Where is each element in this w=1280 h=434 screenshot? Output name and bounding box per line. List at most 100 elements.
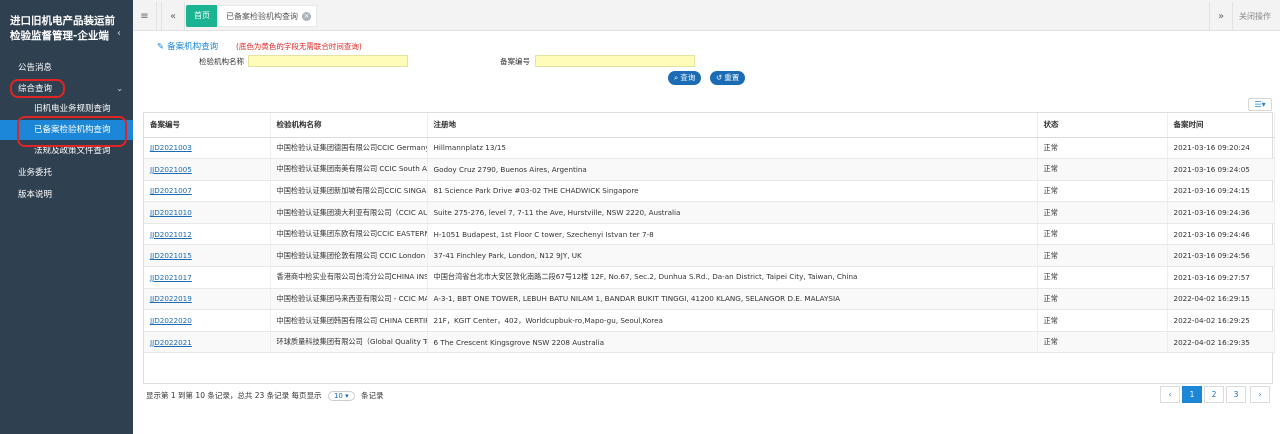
menu-item-version-notes[interactable]: 版本说明 (0, 185, 133, 205)
registration-number-link[interactable]: JJD2021007 (150, 186, 192, 195)
agency-name-cell: 香港商中检实业有限公司台湾分公司CHINA INSPECTION (270, 266, 428, 289)
agency-name-cell: 中国检验认证集团南美有限公司 CCIC South America (270, 158, 428, 181)
registered-time-cell: 2021-03-16 09:27:57 (1167, 266, 1275, 289)
app-title: 进口旧机电产品装运前检验监督管理-企业端 (10, 15, 115, 42)
agency-name-cell: 中国检验认证集团马来西亚有限公司 - CCIC MALAYSIA (270, 288, 428, 311)
tab-bar: ≡ « 首页 已备案检验机构查询 × » 关闭操作 (133, 0, 1280, 31)
pagination-info-prefix: 显示第 1 到第 10 条记录，总共 23 条记录 每页显示 (146, 391, 322, 400)
registered-time-cell: 2022-04-02 16:29:15 (1167, 288, 1275, 311)
query-button[interactable]: ⌕ 查询 (668, 71, 702, 85)
registration-number-link[interactable]: JJD2021015 (150, 251, 192, 260)
registration-number-cell[interactable]: JJD2021015 (144, 244, 271, 268)
registration-number-cell[interactable]: JJD2021017 (144, 266, 271, 289)
registration-number-cell[interactable]: JJD2021007 (144, 180, 271, 203)
close-operations-button[interactable]: 关闭操作 (1239, 2, 1271, 31)
column-header[interactable]: 备案编号 (144, 113, 271, 138)
registration-number-link[interactable]: JJD2021003 (150, 143, 192, 152)
close-icon[interactable]: × (302, 12, 311, 21)
agency-name-cell: 中国检验认证集团澳大利亚有限公司（CCIC AUSTRALIA） (270, 201, 428, 224)
status-cell: 正常 (1037, 288, 1168, 311)
column-header[interactable]: 状态 (1037, 113, 1168, 138)
menu-item-label: 法规及政策文件查询 (34, 146, 111, 156)
reset-icon: ↺ (716, 73, 723, 82)
agency-table: 备案编号 检验机构名称 注册地 状态 备案时间 JJD2021003 中国检验认证… (143, 112, 1275, 384)
reset-button[interactable]: ↺ 重置 (710, 71, 746, 85)
registration-number-link[interactable]: JJD2021017 (150, 273, 192, 282)
page-size-select[interactable]: 10 ▾ (327, 391, 355, 401)
table-row: JJD2022020 中国检验认证集团韩国有限公司 CHINA CERTIFICA… (144, 309, 1275, 332)
registration-number-cell[interactable]: JJD2021012 (144, 223, 271, 246)
pagination-info: 显示第 1 到第 10 条记录，总共 23 条记录 每页显示 10 ▾ 条记录 (146, 390, 384, 401)
menu-item-label: 综合查询 (18, 84, 53, 94)
menu-item-registered-agencies[interactable]: 已备案检验机构查询 (0, 120, 133, 140)
search-panel-title: ✎ 备案机构查询 (157, 40, 218, 52)
registration-number-cell[interactable]: JJD2021003 (144, 137, 271, 160)
column-header[interactable]: 检验机构名称 (270, 113, 428, 138)
registered-time-cell: 2021-03-16 09:24:05 (1167, 158, 1275, 181)
registration-number-cell[interactable]: JJD2021005 (144, 158, 271, 181)
tab-home[interactable]: 首页 (186, 5, 218, 27)
agency-name-cell: 中国检验认证集团东欧有限公司CCIC EASTERN EUROPE (270, 223, 428, 246)
table-row: JJD2021007 中国检验认证集团新加坡有限公司CCIC SINGAPORE8… (144, 180, 1275, 203)
registered-time-cell: 2021-03-16 09:24:46 (1167, 223, 1275, 246)
table-row: JJD2021010 中国检验认证集团澳大利亚有限公司（CCIC AUSTRALI… (144, 201, 1275, 224)
registration-number-cell[interactable]: JJD2021010 (144, 201, 271, 224)
address-cell: A-3-1, BBT ONE TOWER, LEBUH BATU NILAM 1… (427, 288, 1038, 311)
page-button-1[interactable]: 1 (1182, 386, 1202, 403)
columns-toggle-icon[interactable]: ☰▾ (1248, 98, 1272, 111)
tab-label: 已备案检验机构查询 (226, 12, 298, 21)
table-row: JJD2021017 香港商中检实业有限公司台湾分公司CHINA INSPECTI… (144, 266, 1275, 289)
page-button-3[interactable]: 3 (1226, 386, 1246, 403)
address-cell: Godoy Cruz 2790, Buenos Aires, Argentina (427, 158, 1038, 181)
registration-number-link[interactable]: JJD2021012 (150, 230, 192, 239)
page-prev-button[interactable]: ‹ (1160, 386, 1180, 403)
search-icon: ⌕ (674, 73, 679, 82)
registered-time-cell: 2021-03-16 09:24:56 (1167, 244, 1275, 268)
registration-number-link[interactable]: JJD2022019 (150, 294, 192, 303)
registration-number-link[interactable]: JJD2022020 (150, 316, 192, 325)
agency-name-input[interactable] (248, 55, 408, 67)
menu-item-business-rules[interactable]: 旧机电业务规则查询 (0, 99, 133, 119)
reset-button-label: 重置 (724, 73, 740, 82)
agency-name-label: 检验机构名称 (199, 57, 244, 66)
menu-item-comprehensive-query[interactable]: 综合查询 ⌄ (0, 79, 133, 99)
tab-current[interactable]: 已备案检验机构查询 × (217, 5, 317, 27)
registration-number-link[interactable]: JJD2021005 (150, 165, 192, 174)
address-cell: Suite 275-276, level 7, 7-11 the Ave, Hu… (427, 201, 1038, 224)
page-next-button[interactable]: › (1250, 386, 1270, 403)
chevron-left-icon[interactable]: ‹ (117, 28, 121, 39)
address-cell: 6 The Crescent Kingsgrove NSW 2208 Austr… (427, 331, 1038, 354)
page-button-2[interactable]: 2 (1204, 386, 1224, 403)
registered-time-cell: 2022-04-02 16:29:35 (1167, 331, 1275, 354)
column-header[interactable]: 注册地 (427, 113, 1038, 138)
registered-time-cell: 2021-03-16 09:24:36 (1167, 201, 1275, 224)
menu-item-business-delegation[interactable]: 业务委托 (0, 163, 133, 183)
registration-number-input[interactable] (535, 55, 695, 67)
chevron-down-icon: ⌄ (116, 84, 123, 93)
menu-item-announcements[interactable]: 公告消息 (0, 58, 133, 78)
sidebar-header: 进口旧机电产品装运前检验监督管理-企业端 ‹ (0, 0, 133, 56)
search-hint: (底色为黄色的字段无需联合时间查询) (236, 42, 362, 51)
status-cell: 正常 (1037, 137, 1168, 160)
table-row: JJD2021005 中国检验认证集团南美有限公司 CCIC South Amer… (144, 158, 1275, 181)
scroll-left-icon[interactable]: « (161, 2, 185, 31)
registration-number-link[interactable]: JJD2022021 (150, 338, 192, 347)
registration-number-cell[interactable]: JJD2022020 (144, 309, 271, 332)
menu-item-label: 已备案检验机构查询 (34, 125, 111, 135)
registered-time-cell: 2021-03-16 09:24:15 (1167, 180, 1275, 203)
address-cell: H-1051 Budapest, 1st Floor C tower, Szec… (427, 223, 1038, 246)
address-cell: 中国台湾省台北市大安区敦化南路二段67号12楼 12F, No.67, Sec.… (427, 266, 1038, 289)
registration-number-cell[interactable]: JJD2022019 (144, 288, 271, 311)
page-size-value: 10 (333, 392, 343, 400)
registration-number-cell[interactable]: JJD2022021 (144, 331, 271, 354)
registration-number-link[interactable]: JJD2021010 (150, 208, 192, 217)
address-cell: 81 Science Park Drive #03-02 THE CHADWIC… (427, 180, 1038, 203)
scroll-right-icon[interactable]: » (1209, 2, 1233, 31)
agency-name-cell: 中国检验认证集团伦敦有限公司 CCIC London (270, 244, 428, 268)
table-row: JJD2022021 环球质量科技集团有限公司（Global Quality Te… (144, 331, 1275, 354)
menu-item-regulations[interactable]: 法规及政策文件查询 (0, 141, 133, 161)
status-cell: 正常 (1037, 309, 1168, 332)
menu-toggle-icon[interactable]: ≡ (133, 2, 157, 31)
menu-item-label: 旧机电业务规则查询 (34, 104, 111, 114)
column-header[interactable]: 备案时间 (1167, 113, 1275, 138)
